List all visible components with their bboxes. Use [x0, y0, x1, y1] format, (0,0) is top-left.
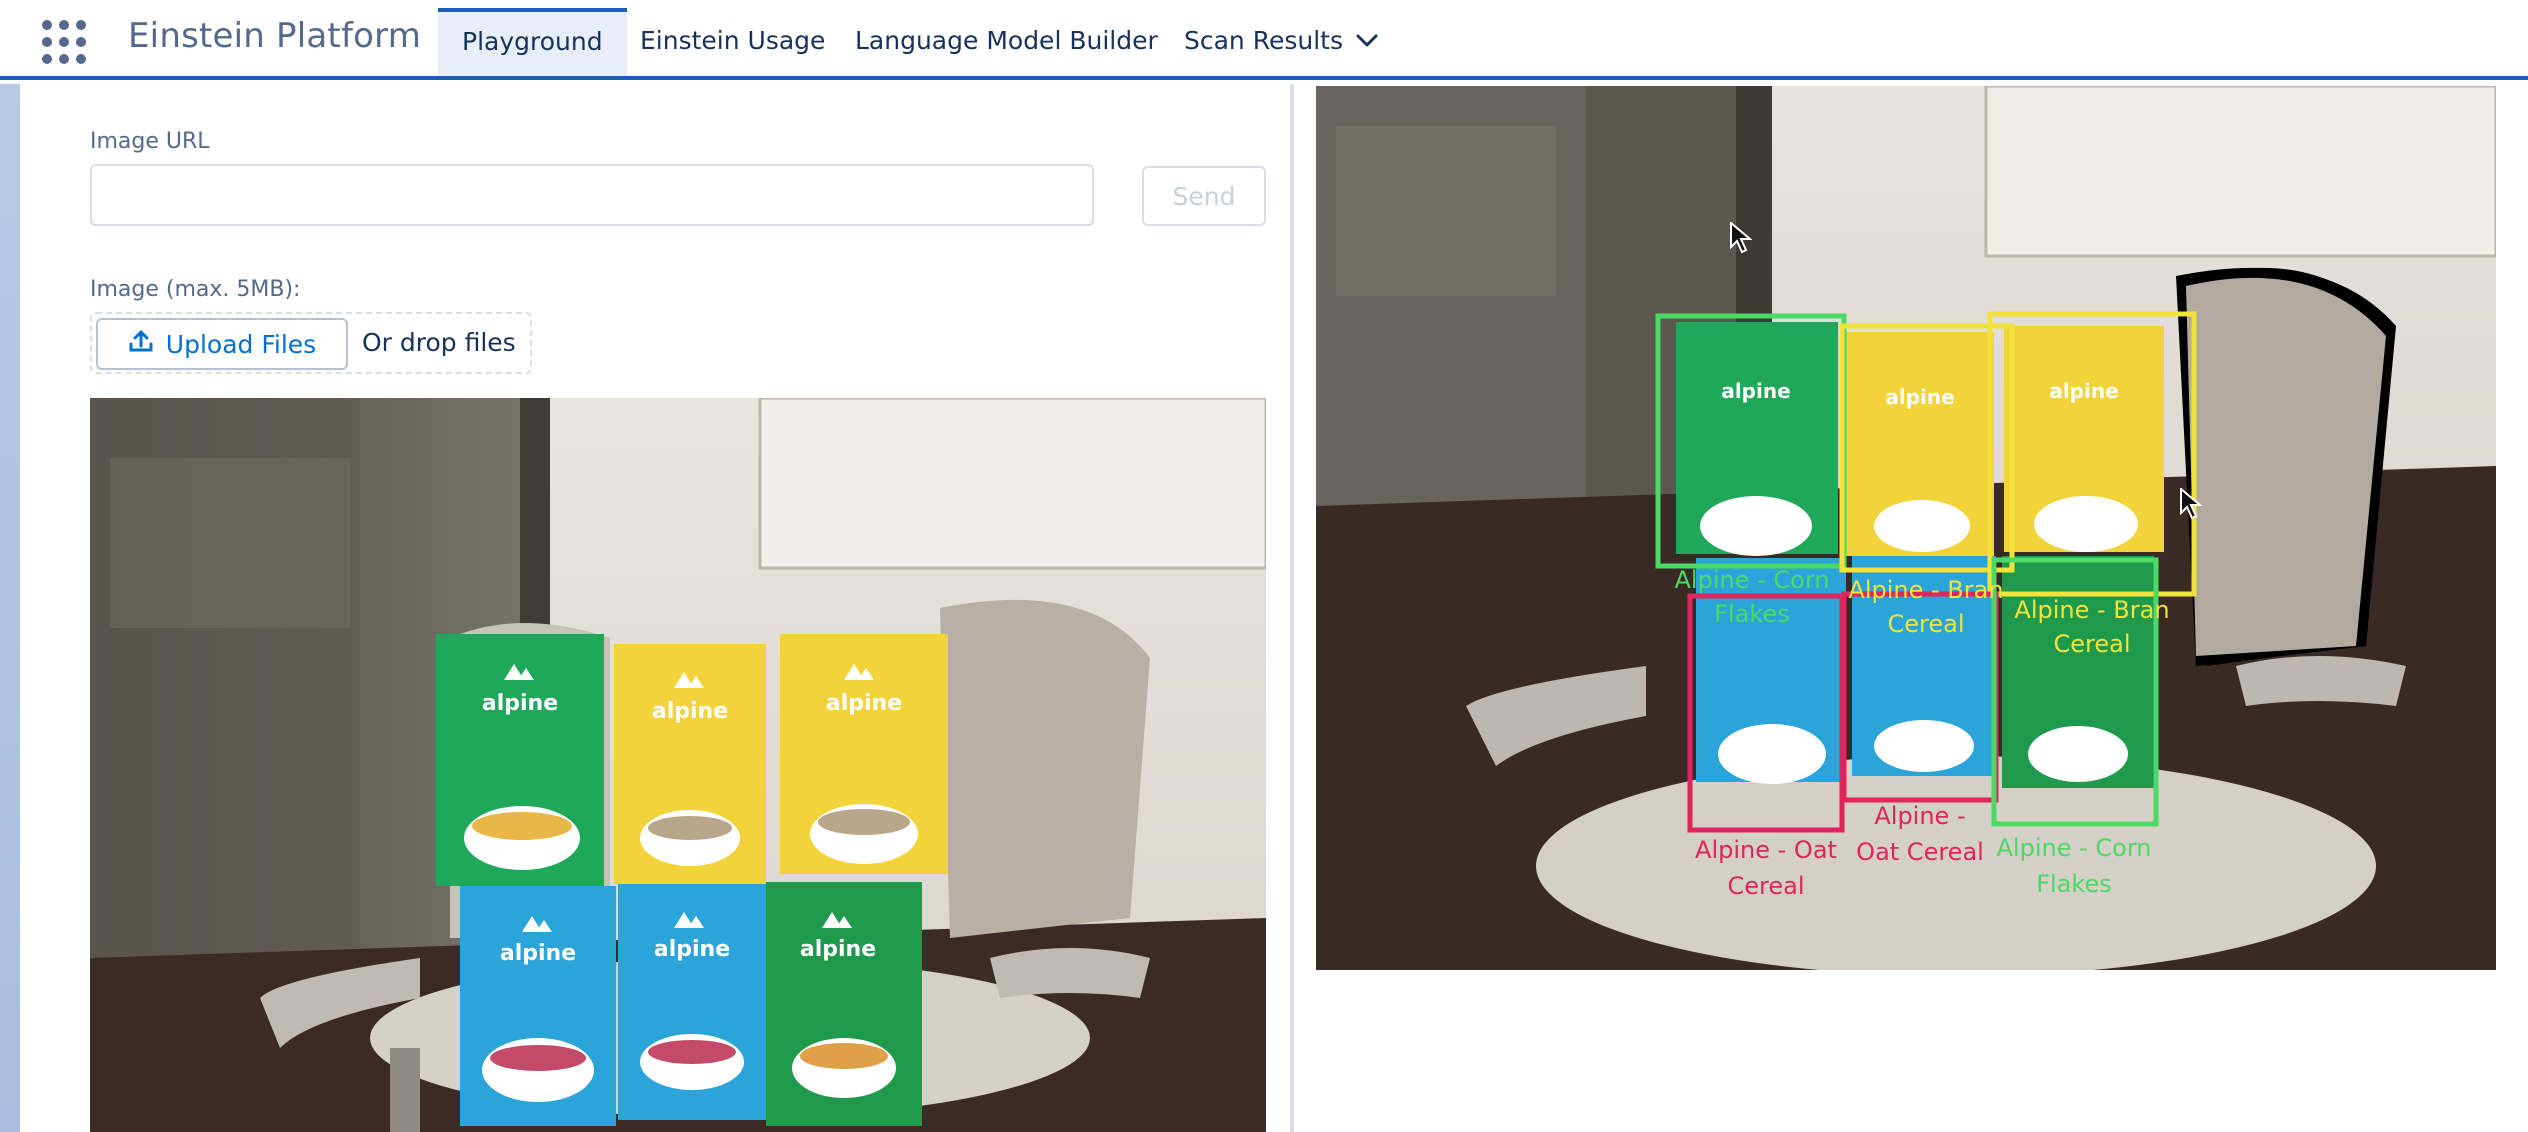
background-strip [0, 84, 20, 1132]
box-brand-text: alpine [1721, 379, 1790, 403]
box-brand-text: alpine [2049, 379, 2118, 403]
detection-label: Alpine - [1874, 802, 1965, 830]
image-url-label: Image URL [90, 129, 210, 154]
box-brand-text: alpine [482, 691, 558, 716]
detection-label: Alpine - Bran [2014, 596, 2169, 624]
detection-label: Flakes [1714, 600, 1790, 628]
uploaded-image-preview: alpine alpine alpine alpine alpine alpin… [90, 398, 1266, 1132]
box-brand-text: alpine [826, 691, 902, 716]
send-button[interactable]: Send [1142, 166, 1266, 226]
upload-files-button[interactable]: Upload Files [96, 318, 348, 370]
image-url-input[interactable] [90, 164, 1094, 226]
detection-label: Alpine - Corn [1675, 566, 1830, 594]
detection-label: Cereal [2053, 630, 2130, 658]
tab-scan-results[interactable]: Scan Results [1160, 8, 1367, 76]
detection-label: Cereal [1727, 872, 1804, 900]
box-brand-text: alpine [1885, 385, 1954, 409]
app-name: Einstein Platform [128, 16, 422, 56]
detection-label: Alpine - Bran [1848, 576, 2003, 604]
drop-files-label: Or drop files [362, 328, 516, 357]
upload-files-label: Upload Files [165, 329, 317, 359]
box-brand-text: alpine [654, 937, 730, 962]
box-brand-text: alpine [500, 941, 576, 966]
file-drop-zone[interactable]: Upload Files Or drop files [90, 312, 532, 374]
detection-label: Alpine - Oat [1695, 836, 1837, 864]
mouse-cursor-icon [1730, 220, 1753, 259]
detection-label: Oat Cereal [1856, 838, 1984, 866]
detection-label: Flakes [2036, 870, 2112, 898]
global-header: Einstein Platform Playground Einstein Us… [0, 0, 2528, 80]
box-brand-text: alpine [800, 937, 876, 962]
detection-label: Alpine - Corn [1997, 834, 2152, 862]
upload-icon [128, 328, 154, 360]
tab-playground[interactable]: Playground [438, 8, 627, 76]
detection-label: Cereal [1887, 610, 1964, 638]
detection-result-image: alpine alpine alpine Alpine - Corn Flake… [1316, 86, 2496, 970]
box-brand-text: alpine [652, 699, 728, 724]
tab-einstein-usage[interactable]: Einstein Usage [616, 8, 849, 76]
tab-language-model-builder[interactable]: Language Model Builder [831, 8, 1182, 76]
mouse-cursor-icon [2180, 486, 2203, 525]
image-upload-label: Image (max. 5MB): [90, 277, 301, 302]
app-launcher-waffle-icon[interactable] [42, 20, 86, 64]
chevron-down-icon[interactable] [1352, 26, 1382, 56]
